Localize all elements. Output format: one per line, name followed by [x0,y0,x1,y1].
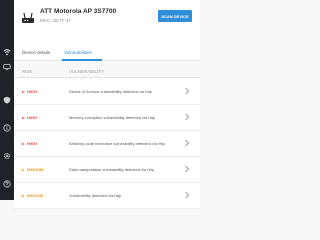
settings-icon[interactable] [3,152,11,160]
risk-badge: MEDIUM [22,167,43,172]
device-title: ATT Motorola AP 3S7700 [40,8,117,15]
shield-icon[interactable] [3,96,11,104]
arrow-right-icon [22,168,25,171]
risk-label: HIGH [27,115,37,120]
vulnerability-description: Denial of Service vulnerability detected… [69,89,152,94]
risk-badge: HIGH [22,115,37,120]
risk-label: MEDIUM [27,167,44,172]
vulnerability-description: Arbitrary code execution vulnerability d… [69,141,165,146]
vulnerability-description: Vulnerability detected via http [69,193,122,198]
table-row[interactable]: MEDIUM Data manipulation vulnerability d… [14,157,200,183]
chevron-right-icon[interactable] [184,165,190,173]
risk-label: HIGH [27,89,37,94]
device-header: ATT Motorola AP 3S7700 MAC: 1B:7F:37 SCA… [14,0,200,44]
risk-badge: MEDIUM [22,193,43,198]
risk-badge: HIGH [22,89,37,94]
scan-device-button[interactable]: SCAN DEVICE [158,10,192,22]
active-tab-indicator [62,59,102,61]
sidebar [0,0,14,200]
chevron-right-icon[interactable] [184,139,190,147]
tab-device-details[interactable]: Device details [22,50,50,55]
table-header: RISK VULNERABILITY [14,67,200,78]
table-row[interactable]: HIGH Arbitrary code execution vulnerabil… [14,131,200,157]
help-icon[interactable] [3,180,11,188]
risk-label: HIGH [27,141,37,146]
main-panel: ATT Motorola AP 3S7700 MAC: 1B:7F:37 SCA… [14,0,200,209]
arrow-right-icon [22,142,25,145]
tab-bar: Device details Vulnerabilities [14,44,200,61]
vulnerability-description: Data manipulation vulnerability detected… [69,167,154,172]
arrow-right-icon [22,90,25,93]
info-icon[interactable] [3,124,11,132]
table-row[interactable]: MEDIUM Vulnerability detected via http [14,183,200,209]
column-risk: RISK [22,69,33,74]
devices-icon[interactable] [3,63,11,71]
table-row[interactable]: HIGH Memory corruption vulnerability det… [14,105,200,131]
wifi-icon[interactable] [3,48,11,56]
arrow-right-icon [22,194,25,197]
router-icon [21,11,35,25]
arrow-right-icon [22,116,25,119]
tab-vulnerabilities[interactable]: Vulnerabilities [64,50,92,55]
column-vulnerability: VULNERABILITY [69,69,105,74]
chevron-right-icon[interactable] [184,87,190,95]
table-row[interactable]: HIGH Denial of Service vulnerability det… [14,79,200,105]
chevron-right-icon[interactable] [184,113,190,121]
risk-label: MEDIUM [27,193,44,198]
risk-badge: HIGH [22,141,37,146]
device-mac: MAC: 1B:7F:37 [40,18,71,23]
vulnerability-description: Memory corruption vulnerability detected… [69,115,156,120]
chevron-right-icon[interactable] [184,191,190,199]
